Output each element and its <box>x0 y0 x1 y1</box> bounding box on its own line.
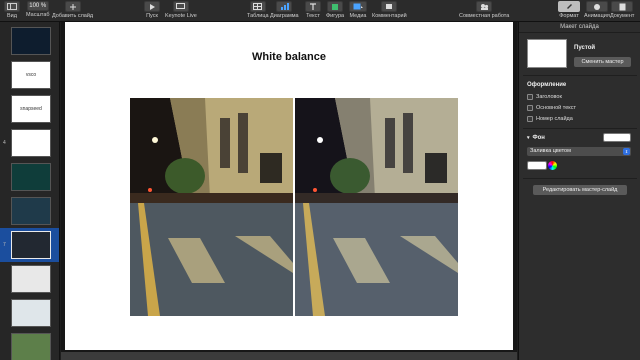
slide-thumbnail-row[interactable] <box>0 160 59 194</box>
slide-thumbnail-row[interactable] <box>0 194 59 228</box>
title-checkbox-row[interactable]: Заголовок <box>527 94 562 100</box>
comment-icon <box>381 1 398 12</box>
slide-number: 4 <box>3 140 6 146</box>
slide-title[interactable]: White balance <box>65 51 513 63</box>
table-button[interactable]: Таблица <box>247 1 269 20</box>
photo-after[interactable] <box>295 98 458 316</box>
color-well[interactable] <box>527 161 547 170</box>
slide-thumbnail[interactable]: snapseed <box>11 95 51 123</box>
background-color-swatch[interactable] <box>603 133 631 142</box>
slide-thumbnail[interactable]: vsco <box>11 61 51 89</box>
media-button[interactable]: Медиа <box>349 1 367 20</box>
animate-icon <box>585 1 608 12</box>
chart-button[interactable]: Диаграмма <box>270 1 299 20</box>
text-icon <box>305 1 321 12</box>
play-button[interactable]: Пуск <box>144 1 160 20</box>
keynote-live-button[interactable]: Keynote Live <box>165 1 197 20</box>
paintbrush-icon <box>558 1 580 12</box>
zoom-select[interactable]: 100 % <box>26 1 49 11</box>
document-tab[interactable]: Документ <box>610 1 634 20</box>
slide-thumbnail-row[interactable] <box>0 296 59 330</box>
comment-button[interactable]: Комментарий <box>372 1 407 20</box>
slide[interactable]: White balance <box>65 22 513 350</box>
slide-thumbnail[interactable] <box>11 129 51 157</box>
document-icon <box>611 1 634 12</box>
table-icon <box>249 1 266 12</box>
text-button[interactable]: Текст <box>305 1 321 20</box>
divider <box>523 128 637 129</box>
edit-master-button[interactable]: Редактировать мастер-слайд <box>533 185 627 195</box>
play-icon <box>144 1 160 12</box>
zoom-control[interactable]: 100 % Масштаб <box>26 1 50 19</box>
divider <box>523 178 637 179</box>
inspector-header: Макет слайда <box>519 22 640 33</box>
view-button[interactable]: Вид <box>4 1 20 20</box>
slide-thumbnail[interactable] <box>11 231 51 259</box>
slide-thumbnail-label: snapseed <box>20 106 42 112</box>
collaborate-button[interactable]: Совместная работа <box>459 1 509 20</box>
slide-navigator[interactable]: vsco snapseed 4 7 <box>0 22 60 360</box>
slide-thumbnail-row[interactable] <box>0 262 59 296</box>
slide-thumbnail-label: vsco <box>25 72 37 78</box>
sidebar-icon <box>4 1 20 12</box>
slide-thumbnail[interactable] <box>11 197 51 225</box>
slide-thumbnail-row[interactable] <box>0 330 59 360</box>
media-icon <box>349 1 367 12</box>
slide-thumbnail-row[interactable] <box>0 24 59 58</box>
chevron-updown-icon: ⇕ <box>623 148 630 155</box>
title-checkbox[interactable] <box>527 94 533 100</box>
chevron-down-icon[interactable]: ▾ <box>527 135 530 141</box>
body-checkbox[interactable] <box>527 105 533 111</box>
color-wheel-icon[interactable] <box>548 161 557 170</box>
appearance-title: Оформление <box>527 82 567 88</box>
slide-thumbnail[interactable] <box>11 27 51 55</box>
fill-type-select[interactable]: Заливка цветом ⇕ <box>527 147 631 156</box>
plus-icon <box>64 1 81 12</box>
chart-icon <box>276 1 293 12</box>
toolbar: Вид 100 % Масштаб Добавить слайд Пуск Ke… <box>0 0 640 22</box>
body-checkbox-row[interactable]: Основной текст <box>527 105 576 111</box>
divider <box>523 75 637 76</box>
slide-canvas[interactable]: White balance <box>61 22 517 360</box>
dock-strip <box>61 352 517 360</box>
inspector-panel: Макет слайда Пустой Сменить мастер Оформ… <box>518 22 640 360</box>
animate-tab[interactable]: Анимация <box>584 1 610 20</box>
slide-thumbnail[interactable] <box>11 333 51 360</box>
slide-number: 7 <box>3 242 6 248</box>
slide-thumbnail[interactable] <box>11 299 51 327</box>
slide-thumbnail-row[interactable]: vsco <box>0 58 59 92</box>
slide-thumbnail[interactable] <box>11 265 51 293</box>
shape-icon <box>327 1 344 12</box>
photo-before[interactable] <box>130 98 293 316</box>
slide-number-checkbox-row[interactable]: Номер слайда <box>527 116 573 122</box>
slide-thumbnail[interactable] <box>11 163 51 191</box>
background-section[interactable]: ▾ Фон <box>527 135 545 141</box>
master-thumbnail[interactable] <box>527 39 567 68</box>
slide-number-checkbox[interactable] <box>527 116 533 122</box>
master-name: Пустой <box>574 45 596 51</box>
slide-thumbnail-row[interactable]: snapseed <box>0 92 59 126</box>
keynote-live-icon <box>172 1 189 12</box>
shape-button[interactable]: Фигура <box>326 1 344 20</box>
format-tab[interactable]: Формат <box>558 1 580 20</box>
add-slide-button[interactable]: Добавить слайд <box>52 1 93 20</box>
slide-thumbnail-row[interactable]: 4 <box>0 126 59 160</box>
slide-thumbnail-row[interactable]: 7 <box>0 228 59 262</box>
collaborate-icon <box>476 1 493 12</box>
change-master-button[interactable]: Сменить мастер <box>574 57 631 67</box>
